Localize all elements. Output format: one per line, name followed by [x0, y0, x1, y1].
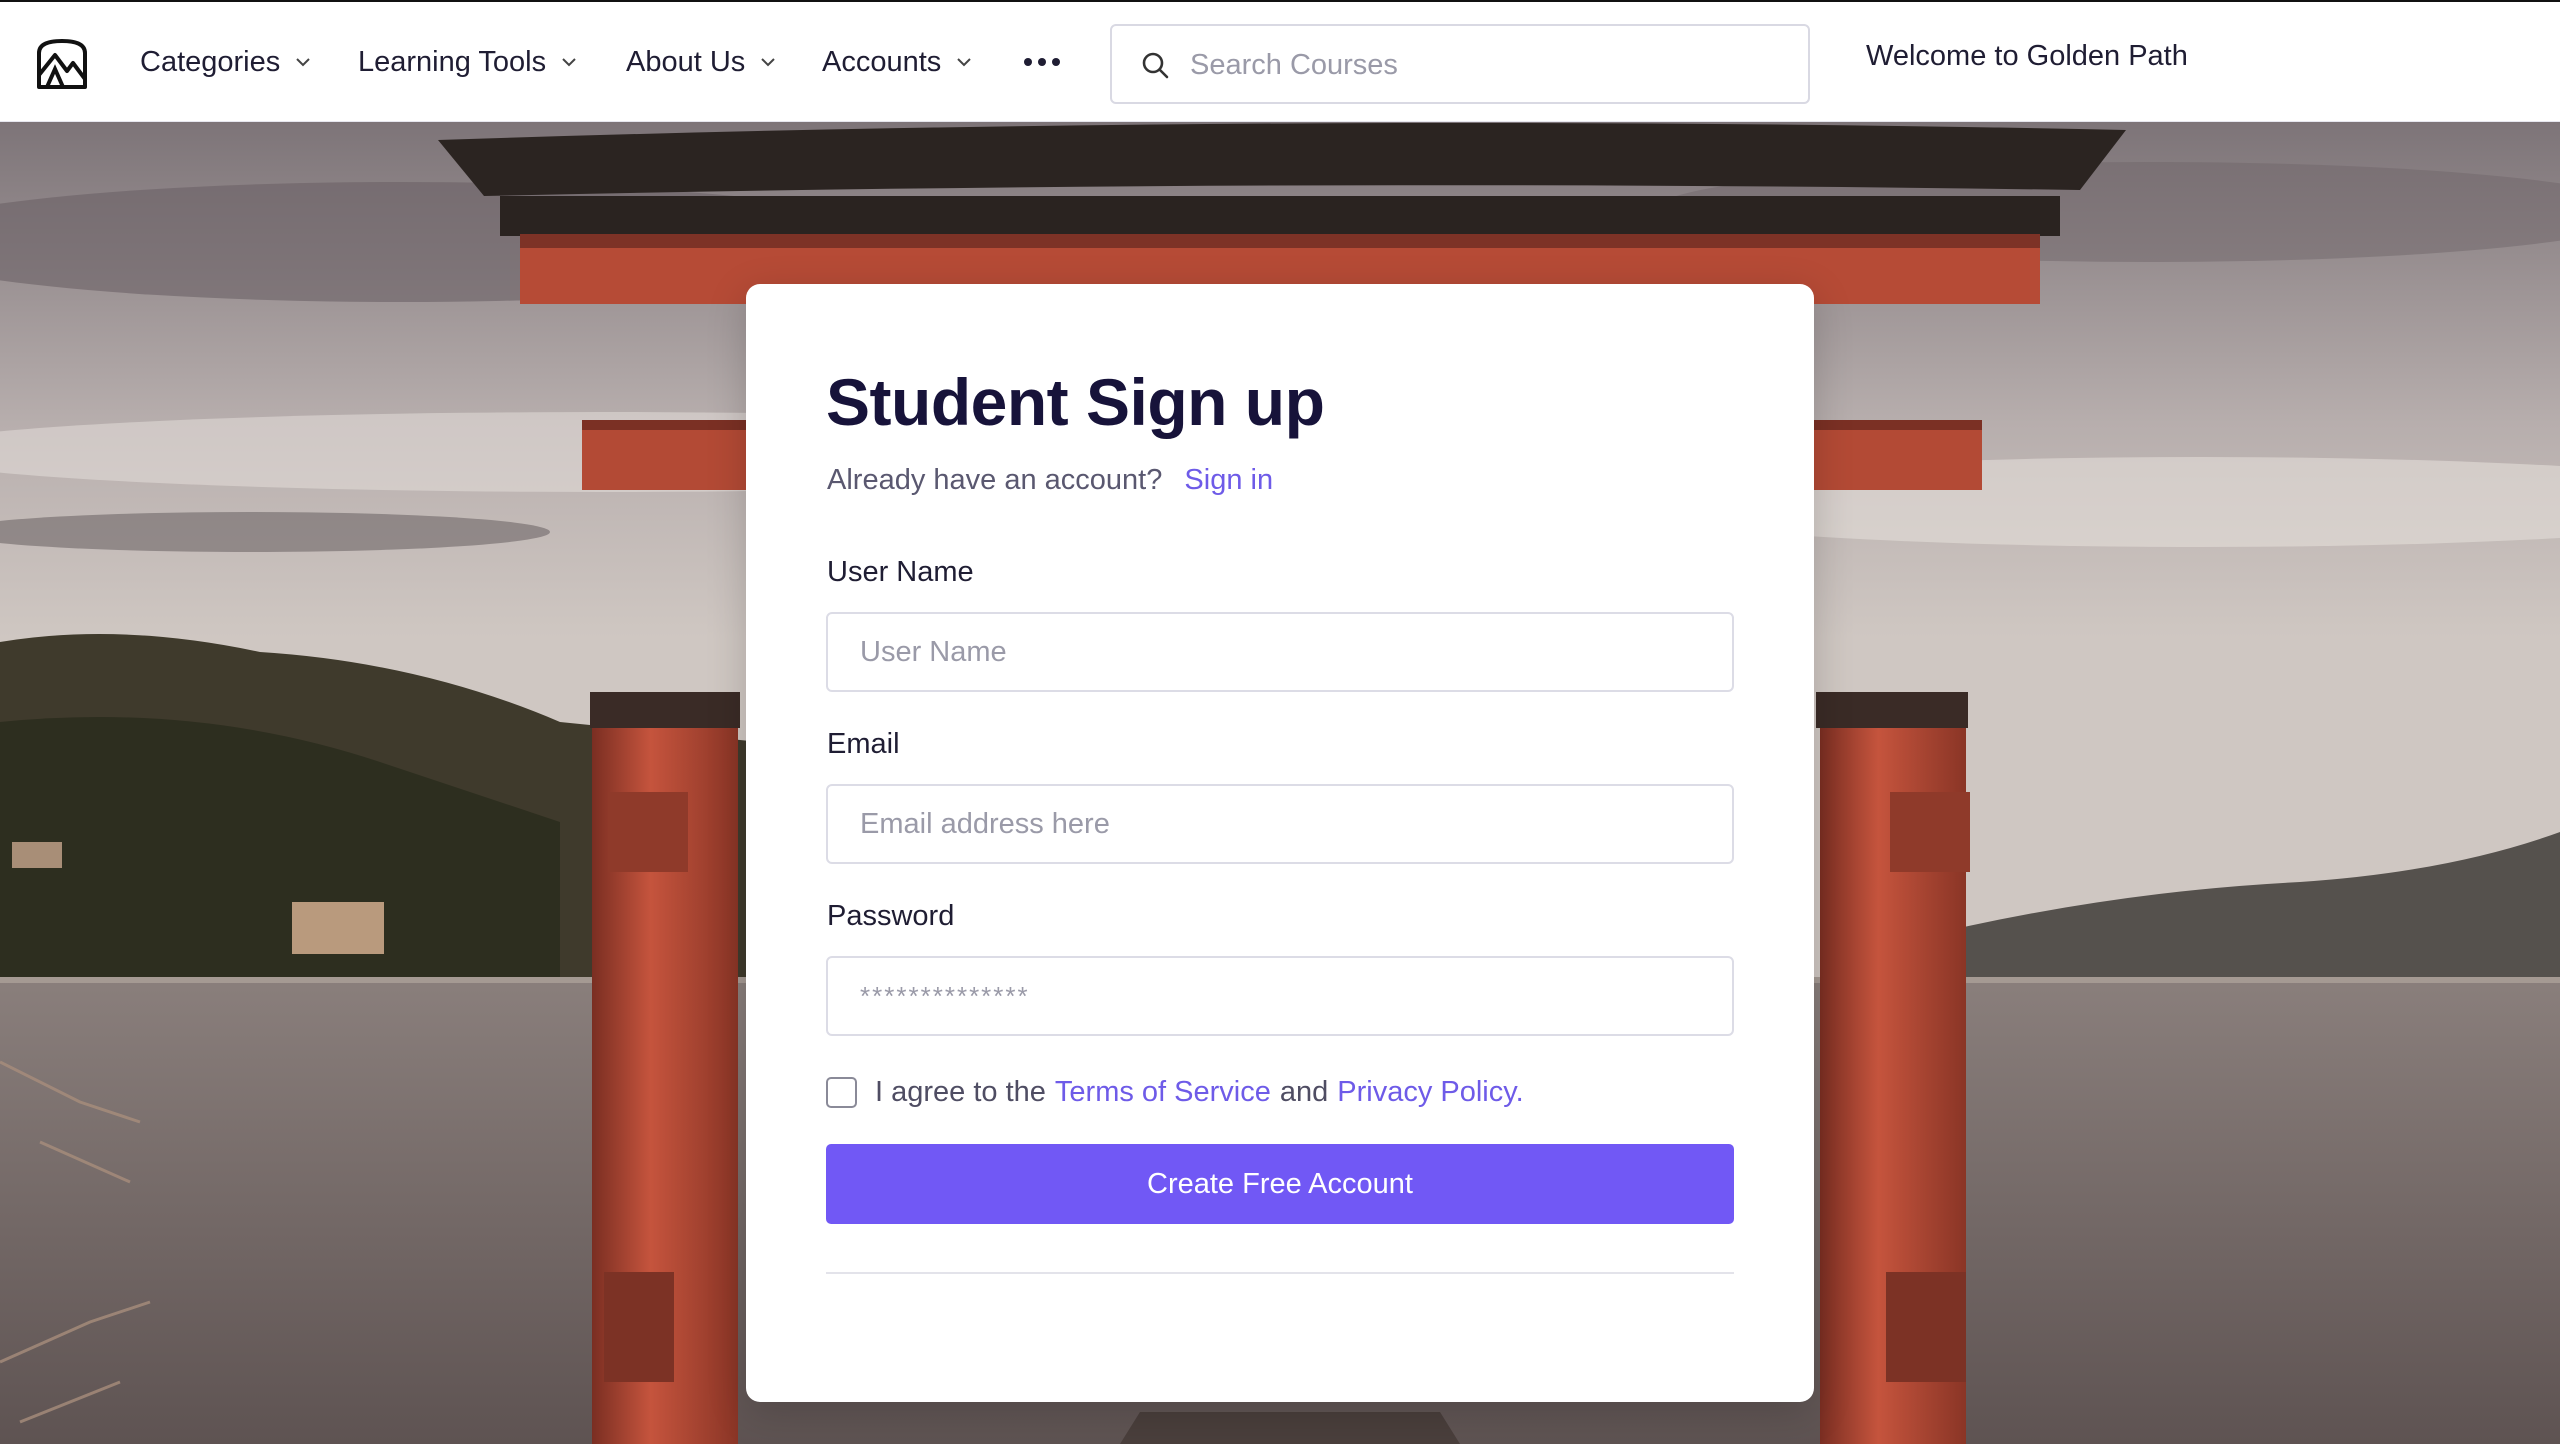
nav-learning-tools[interactable]: Learning Tools [358, 40, 578, 84]
nav-about-us[interactable]: About Us [626, 40, 777, 84]
nav-categories-label: Categories [140, 45, 281, 78]
search-box [1110, 24, 1810, 104]
email-label: Email [827, 728, 900, 760]
agree-and-text: and [1279, 1075, 1329, 1108]
sign-in-link[interactable]: Sign in [1184, 464, 1273, 496]
page-title: Student Sign up [826, 365, 1325, 439]
search-icon[interactable] [1140, 50, 1172, 82]
chevron-down-icon [296, 58, 310, 67]
agree-prefix-text: I agree to the [875, 1075, 1046, 1108]
nav-categories[interactable]: Categories [140, 40, 312, 84]
password-label: Password [827, 900, 955, 932]
terms-checkbox[interactable] [826, 1076, 857, 1108]
divider [826, 1272, 1734, 1274]
nav-accounts-label: Accounts [822, 45, 942, 78]
username-input[interactable] [826, 612, 1734, 692]
welcome-text: Welcome to Golden Path [1866, 40, 2188, 72]
chevron-down-icon [957, 58, 972, 67]
mountain-logo-icon[interactable] [33, 35, 91, 93]
signup-card: Student Sign up Already have an account?… [746, 284, 1814, 1402]
nav-accounts[interactable]: Accounts [822, 40, 973, 84]
terms-agreement-row: I agree to the Terms of Service and Priv… [826, 1072, 1524, 1112]
password-input[interactable] [826, 956, 1734, 1036]
top-navbar: Categories Learning Tools About Us Accou… [0, 0, 2560, 122]
privacy-policy-link[interactable]: Privacy Policy. [1337, 1076, 1523, 1109]
more-horizontal-icon[interactable] [1022, 50, 1062, 74]
chevron-down-icon [562, 58, 576, 67]
username-label: User Name [827, 556, 974, 588]
signin-prompt: Already have an account? Sign in [827, 464, 1273, 497]
create-account-button[interactable]: Create Free Account [826, 1144, 1734, 1224]
nav-about-us-label: About Us [626, 45, 746, 78]
signin-prompt-text: Already have an account? [827, 464, 1163, 496]
nav-learning-tools-label: Learning Tools [358, 45, 547, 78]
email-input[interactable] [826, 784, 1734, 864]
terms-of-service-link[interactable]: Terms of Service [1055, 1076, 1271, 1109]
search-input[interactable] [1190, 40, 1790, 90]
chevron-down-icon [761, 58, 776, 67]
